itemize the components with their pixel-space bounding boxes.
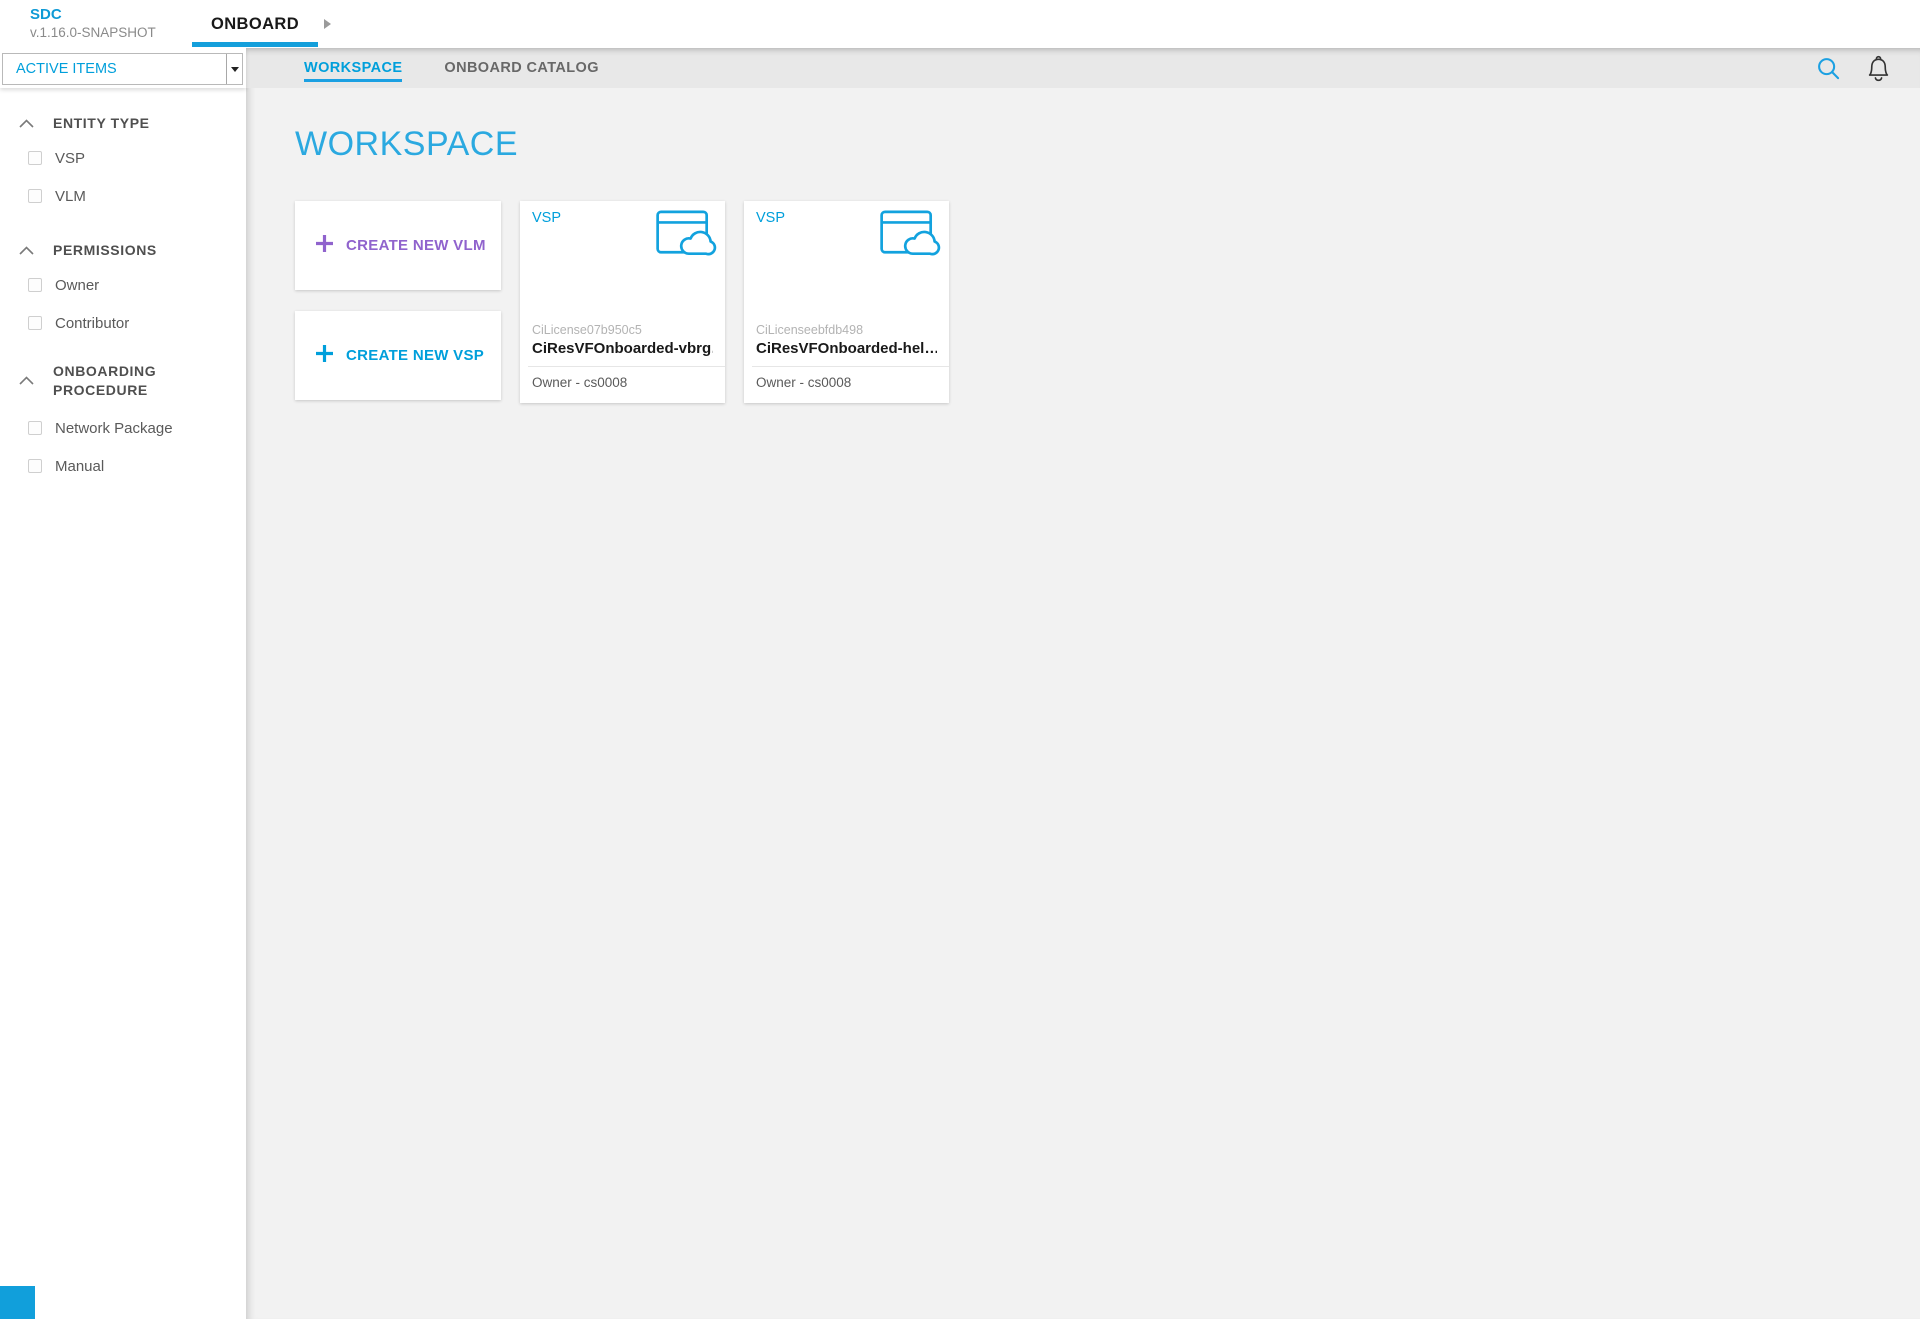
plus-icon <box>315 234 334 258</box>
app-logo: SDC v.1.16.0-SNAPSHOT <box>30 6 156 42</box>
catalog-tabs: WORKSPACE ONBOARD CATALOG <box>304 48 599 88</box>
tab-workspace[interactable]: WORKSPACE <box>304 48 402 88</box>
tab-onboard-catalog[interactable]: ONBOARD CATALOG <box>444 48 598 88</box>
filter-section-title: ONBOARDING PROCEDURE <box>53 362 208 400</box>
card-type-label: VSP <box>532 210 561 226</box>
filter-section-entity-type: ENTITY TYPE VSP VLM <box>0 114 246 205</box>
main-content: WORKSPACE ONBOARD CATALOG <box>246 48 1920 1319</box>
card-info: CiLicenseebfdb498 CiResVFOnboarded-hel… … <box>744 323 949 403</box>
chevron-up-icon <box>19 246 34 255</box>
app-logo-title: SDC <box>30 6 156 25</box>
items-view-select[interactable]: ACTIVE ITEMS <box>2 53 243 85</box>
filter-option-vsp[interactable]: VSP <box>0 150 246 167</box>
filter-option-vlm[interactable]: VLM <box>0 188 246 205</box>
nav-expand-arrow-icon[interactable] <box>324 19 331 29</box>
nav-tab-onboard[interactable]: ONBOARD <box>192 0 318 48</box>
items-view-select-value: ACTIVE ITEMS <box>3 54 226 84</box>
create-new-vsp-button[interactable]: CREATE NEW VSP <box>295 311 501 400</box>
checkbox-network-package[interactable] <box>28 421 42 435</box>
app-version: v.1.16.0-SNAPSHOT <box>30 25 156 42</box>
chevron-up-icon <box>19 376 34 385</box>
chevron-up-icon <box>19 119 34 128</box>
card-info: CiLicense07b950c5 CiResVFOnboarded-vbrg…… <box>520 323 725 403</box>
filter-option-label: Manual <box>55 458 104 475</box>
card-divider <box>528 366 725 367</box>
filter-list: ENTITY TYPE VSP VLM PERMISSIO <box>0 88 246 475</box>
filter-option-label: Contributor <box>55 315 129 332</box>
filter-option-label: VLM <box>55 188 86 205</box>
card-name: CiResVFOnboarded-vbrg… <box>532 340 713 357</box>
filter-section-permissions: PERMISSIONS Owner Contributor <box>0 241 246 332</box>
sdc-onboard-page: SDC v.1.16.0-SNAPSHOT ONBOARD ACTIVE ITE… <box>0 0 1920 1319</box>
vsp-software-product-icon <box>655 209 717 264</box>
filter-option-network-package[interactable]: Network Package <box>0 420 246 437</box>
select-caret-zone[interactable] <box>226 54 242 84</box>
filter-section-title: PERMISSIONS <box>53 241 157 260</box>
page-title: WORKSPACE <box>295 125 518 164</box>
filter-section-title: ENTITY TYPE <box>53 114 150 133</box>
checkbox-vsp[interactable] <box>28 151 42 165</box>
plus-icon <box>315 344 334 368</box>
card-name: CiResVFOnboarded-hel… <box>756 340 937 357</box>
filter-section-entity-type-header[interactable]: ENTITY TYPE <box>0 114 246 133</box>
card-license-name: CiLicenseebfdb498 <box>756 323 937 337</box>
create-new-vlm-label: CREATE NEW VLM <box>346 237 486 254</box>
toolbar-icons <box>1816 48 1892 88</box>
filter-option-manual[interactable]: Manual <box>0 458 246 475</box>
filter-section-onboarding-procedure: ONBOARDING PROCEDURE Network Package Man… <box>0 362 246 475</box>
filter-option-label: Owner <box>55 277 99 294</box>
spacer <box>0 353 246 362</box>
notifications-bell-icon[interactable] <box>1865 54 1892 83</box>
corner-loader-square <box>0 1286 35 1319</box>
card-permission: Owner - cs0008 <box>756 375 937 390</box>
card-permission: Owner - cs0008 <box>532 375 713 390</box>
sidebar-header: ACTIVE ITEMS <box>0 48 246 88</box>
filter-option-label: VSP <box>55 150 85 167</box>
catalog-toolbar: WORKSPACE ONBOARD CATALOG <box>246 48 1920 88</box>
app-header: SDC v.1.16.0-SNAPSHOT ONBOARD <box>0 0 1920 48</box>
caret-down-icon <box>231 67 239 72</box>
search-icon[interactable] <box>1816 56 1841 81</box>
create-buttons-column: CREATE NEW VLM CREATE NEW VSP <box>295 201 501 400</box>
spacer <box>0 226 246 241</box>
vsp-card[interactable]: VSP CiLicense07b950c5 CiResVFOnboarded-v… <box>520 201 725 403</box>
checkbox-manual[interactable] <box>28 459 42 473</box>
vsp-software-product-icon <box>879 209 941 264</box>
filter-sidebar: ACTIVE ITEMS ENTITY TYPE VSP <box>0 48 246 1319</box>
card-license-name: CiLicense07b950c5 <box>532 323 713 337</box>
card-type-label: VSP <box>756 210 785 226</box>
vsp-card[interactable]: VSP CiLicenseebfdb498 CiResVFOnboarded-h… <box>744 201 949 403</box>
filter-section-onboarding-procedure-header[interactable]: ONBOARDING PROCEDURE <box>0 362 246 400</box>
workspace-cards: CREATE NEW VLM CREATE NEW VSP VSP <box>295 201 949 403</box>
create-new-vlm-button[interactable]: CREATE NEW VLM <box>295 201 501 290</box>
checkbox-vlm[interactable] <box>28 189 42 203</box>
checkbox-contributor[interactable] <box>28 316 42 330</box>
filter-section-permissions-header[interactable]: PERMISSIONS <box>0 241 246 260</box>
filter-option-label: Network Package <box>55 420 173 437</box>
filter-option-owner[interactable]: Owner <box>0 277 246 294</box>
card-divider <box>752 366 949 367</box>
checkbox-owner[interactable] <box>28 278 42 292</box>
create-new-vsp-label: CREATE NEW VSP <box>346 347 484 364</box>
filter-option-contributor[interactable]: Contributor <box>0 315 246 332</box>
